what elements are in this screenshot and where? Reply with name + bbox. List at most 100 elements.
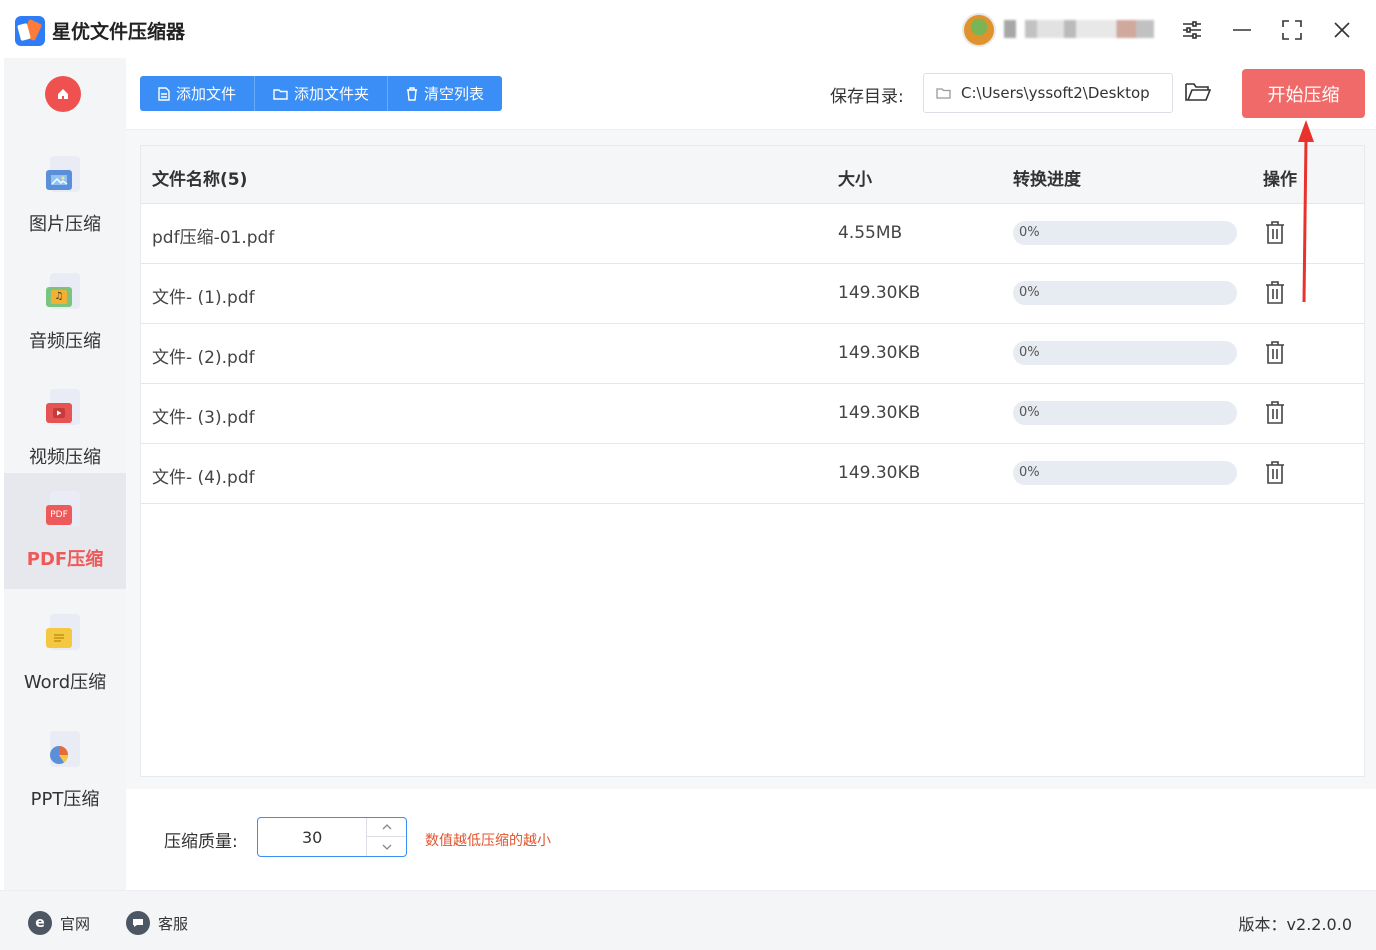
home-button[interactable] (45, 76, 81, 112)
delete-row-icon[interactable] (1264, 280, 1286, 306)
website-link[interactable]: e 官网 (28, 911, 90, 935)
image-icon (46, 156, 82, 194)
title-bar: 星优文件压缩器 (0, 0, 1376, 60)
sidebar-item-label: PPT压缩 (30, 789, 100, 810)
file-size: 149.30KB (838, 463, 921, 483)
delete-row-icon[interactable] (1264, 460, 1286, 486)
maximize-icon[interactable] (1276, 14, 1308, 46)
minimize-icon[interactable] (1226, 14, 1258, 46)
user-name-blurred[interactable] (1004, 20, 1154, 38)
file-table: 文件名称(5) 大小 转换进度 操作 pdf压缩-01.pdf 4.55MB 0… (140, 145, 1365, 777)
compression-settings: 压缩质量: 30 数值越低压缩的越小 (126, 789, 1376, 890)
app-title: 星优文件压缩器 (52, 21, 186, 43)
column-header-name: 文件名称(5) (152, 170, 248, 190)
sidebar-item-video[interactable]: 视频压缩 (4, 371, 126, 487)
chevron-down-icon[interactable] (367, 837, 406, 856)
progress-text: 0% (1019, 465, 1040, 480)
toolbar: 添加文件 添加文件夹 清空列表 保存目录: C:\Users\yssoft2\D… (126, 58, 1376, 130)
table-row[interactable]: 文件- (3).pdf 149.30KB 0% (141, 384, 1364, 444)
quality-stepper[interactable]: 30 (257, 817, 407, 857)
clear-list-button[interactable]: 清空列表 (388, 76, 503, 111)
file-size: 149.30KB (838, 283, 921, 303)
progress-bar: 0% (1013, 461, 1237, 485)
video-icon (46, 389, 82, 427)
delete-row-icon[interactable] (1264, 400, 1286, 426)
chat-icon (126, 911, 150, 935)
quality-hint: 数值越低压缩的越小 (425, 833, 551, 849)
add-folder-button[interactable]: 添加文件夹 (255, 76, 389, 111)
progress-text: 0% (1019, 405, 1040, 420)
music-icon: ♫ (46, 273, 82, 311)
file-button-group: 添加文件 添加文件夹 清空列表 (140, 76, 503, 111)
clear-list-label: 清空列表 (424, 85, 485, 103)
file-size: 4.55MB (838, 223, 903, 243)
progress-text: 0% (1019, 345, 1040, 360)
sidebar-item-label: 视频压缩 (29, 447, 101, 468)
add-file-label: 添加文件 (176, 85, 237, 103)
column-header-progress: 转换进度 (1013, 170, 1081, 190)
annotation-arrow (1298, 120, 1314, 303)
file-size: 149.30KB (838, 403, 921, 423)
website-label: 官网 (60, 914, 91, 933)
table-row[interactable]: pdf压缩-01.pdf 4.55MB 0% (141, 204, 1364, 264)
folder-icon (273, 88, 288, 100)
version-text: 版本：v2.2.0.0 (1238, 915, 1352, 934)
file-name: pdf压缩-01.pdf (152, 228, 275, 248)
file-name: 文件- (4).pdf (152, 468, 255, 488)
table-row[interactable]: 文件- (4).pdf 149.30KB 0% (141, 444, 1364, 504)
ppt-icon (46, 731, 82, 769)
main-panel: 添加文件 添加文件夹 清空列表 保存目录: C:\Users\yssoft2\D… (126, 58, 1376, 890)
close-icon[interactable] (1326, 14, 1358, 46)
table-header: 文件名称(5) 大小 转换进度 操作 (141, 146, 1364, 204)
progress-bar: 0% (1013, 221, 1237, 245)
pdf-icon: PDF (46, 491, 82, 529)
sidebar: 图片压缩 ♫ 音频压缩 视频压缩 PDF PDF压缩 Word压缩 PPT压缩 (4, 58, 126, 890)
progress-bar: 0% (1013, 281, 1237, 305)
sidebar-item-label: 音频压缩 (29, 331, 101, 352)
stepper-controls (366, 818, 406, 856)
add-folder-label: 添加文件夹 (294, 85, 370, 103)
table-row[interactable]: 文件- (2).pdf 149.30KB 0% (141, 324, 1364, 384)
add-file-button[interactable]: 添加文件 (140, 76, 256, 111)
sidebar-item-label: Word压缩 (23, 672, 107, 693)
support-link[interactable]: 客服 (126, 911, 188, 935)
progress-text: 0% (1019, 225, 1040, 240)
progress-bar: 0% (1013, 341, 1237, 365)
table-row[interactable]: 文件- (1).pdf 149.30KB 0% (141, 264, 1364, 324)
sidebar-item-ppt[interactable]: PPT压缩 (4, 713, 126, 829)
folder-outline-icon (936, 88, 951, 99)
app-logo-icon (15, 16, 45, 46)
sidebar-item-audio[interactable]: ♫ 音频压缩 (4, 255, 126, 371)
trash-icon (407, 86, 418, 101)
sidebar-item-label: PDF压缩 (26, 549, 104, 570)
user-avatar[interactable] (962, 13, 996, 47)
file-icon (158, 86, 170, 101)
ie-icon: e (28, 911, 52, 935)
status-bar: e 官网 客服 版本：v2.2.0.0 (0, 890, 1376, 950)
sidebar-item-label: 图片压缩 (29, 214, 101, 235)
column-header-size: 大小 (838, 170, 872, 190)
sidebar-item-pdf[interactable]: PDF PDF压缩 (4, 473, 126, 589)
chevron-up-icon[interactable] (367, 818, 406, 837)
progress-text: 0% (1019, 285, 1040, 300)
settings-icon[interactable] (1176, 14, 1208, 46)
sidebar-item-image[interactable]: 图片压缩 (4, 138, 126, 254)
home-icon (58, 89, 68, 99)
word-icon (46, 614, 82, 652)
save-dir-value: C:\Users\yssoft2\Desktop (961, 84, 1150, 102)
save-dir-label: 保存目录: (830, 87, 904, 107)
progress-bar: 0% (1013, 401, 1237, 425)
file-name: 文件- (3).pdf (152, 408, 255, 428)
save-dir-input[interactable]: C:\Users\yssoft2\Desktop (923, 73, 1173, 113)
support-label: 客服 (158, 914, 189, 933)
start-compress-button[interactable]: 开始压缩 (1242, 69, 1365, 118)
quality-label: 压缩质量: (164, 832, 238, 852)
file-name: 文件- (2).pdf (152, 348, 255, 368)
browse-folder-icon[interactable] (1184, 80, 1212, 108)
file-name: 文件- (1).pdf (152, 288, 255, 308)
quality-value[interactable]: 30 (302, 828, 322, 847)
delete-row-icon[interactable] (1264, 340, 1286, 366)
delete-row-icon[interactable] (1264, 220, 1286, 246)
sidebar-item-word[interactable]: Word压缩 (4, 596, 126, 712)
file-size: 149.30KB (838, 343, 921, 363)
